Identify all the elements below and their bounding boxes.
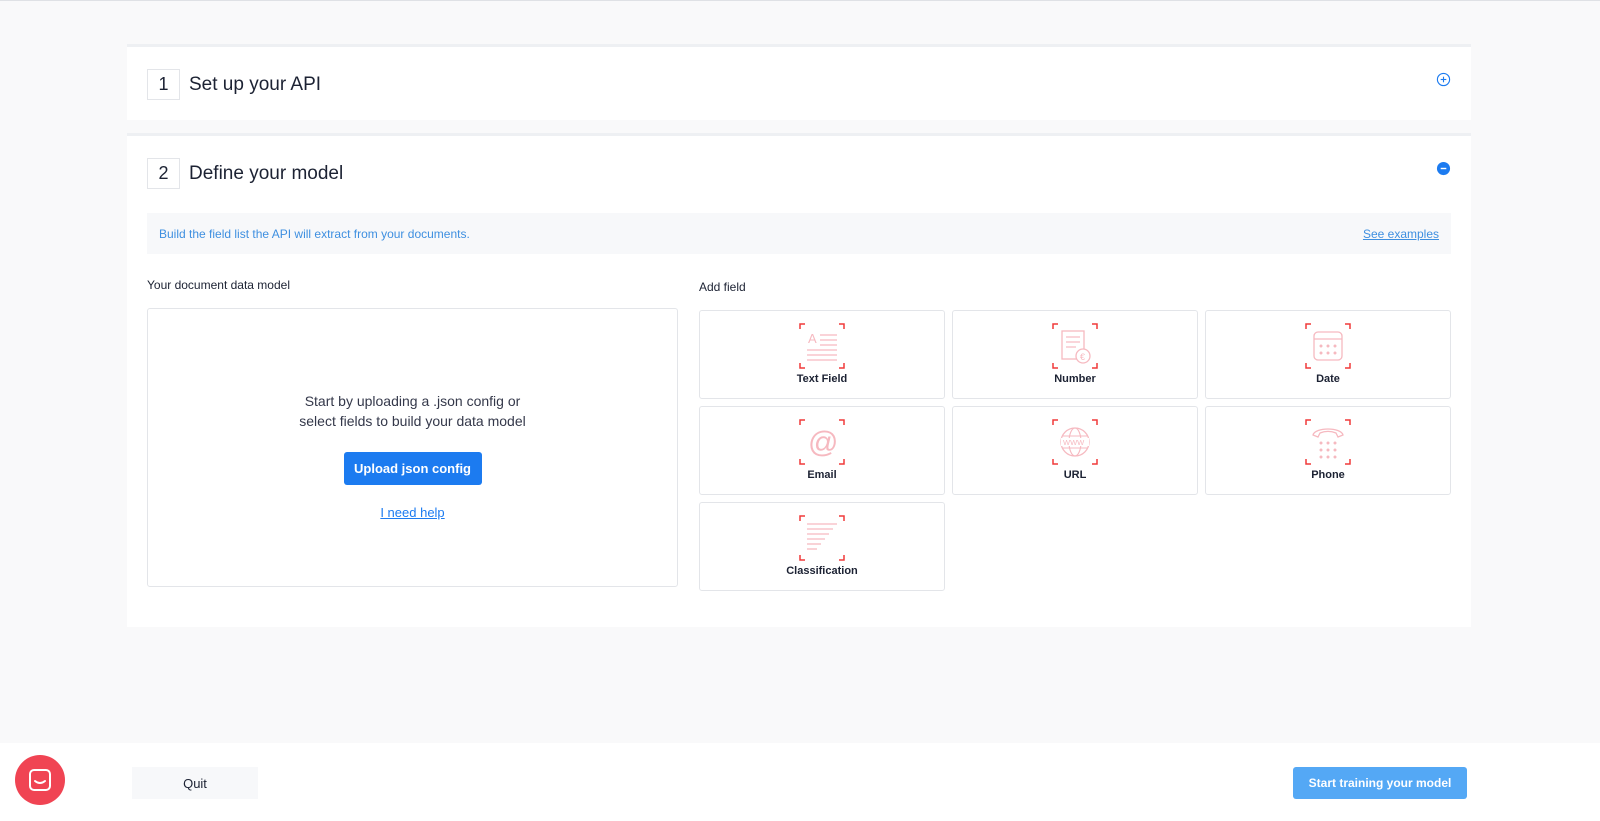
info-banner: Build the field list the API will extrac… bbox=[147, 213, 1451, 254]
empty-state-text: Start by uploading a .json config or sel… bbox=[273, 391, 553, 431]
empty-state-line: Start by uploading a .json config or bbox=[304, 393, 521, 409]
list-lines-icon bbox=[799, 515, 845, 561]
section-header[interactable]: 2 Define your model bbox=[147, 158, 343, 189]
banner-text: Build the field list the API will extrac… bbox=[159, 226, 470, 241]
svg-text:@: @ bbox=[808, 426, 838, 459]
field-label: URL bbox=[1063, 469, 1087, 481]
svg-text:A: A bbox=[808, 331, 817, 346]
field-card-text[interactable]: A Text Field bbox=[699, 310, 945, 399]
field-label: Number bbox=[1054, 373, 1096, 385]
section-define-model: 2 Define your model Build the field list… bbox=[127, 133, 1471, 627]
plus-circle-icon[interactable] bbox=[1436, 72, 1451, 87]
section-title: Define your model bbox=[189, 162, 344, 184]
data-model-label: Your document data model bbox=[147, 278, 290, 292]
field-card-url[interactable]: WWW URL bbox=[952, 406, 1198, 495]
field-label: Phone bbox=[1311, 469, 1345, 481]
step-number: 2 bbox=[147, 158, 180, 189]
upload-json-button[interactable]: Upload json config bbox=[343, 452, 482, 485]
section-header[interactable]: 1 Set up your API bbox=[147, 69, 321, 100]
empty-state-line: select fields to build your data model bbox=[299, 413, 526, 429]
chat-launcher[interactable] bbox=[15, 755, 65, 805]
footer-bar: Quit Start training your model bbox=[0, 743, 1600, 821]
field-label: Classification bbox=[786, 565, 858, 577]
field-card-classification[interactable]: Classification bbox=[699, 502, 945, 591]
field-type-grid: A Text Field € Number Date @ Email WWW U… bbox=[699, 310, 1451, 591]
field-card-phone[interactable]: Phone bbox=[1205, 406, 1451, 495]
at-sign-icon: @ bbox=[799, 419, 845, 465]
svg-text:WWW: WWW bbox=[1063, 438, 1085, 447]
globe-www-icon: WWW bbox=[1052, 419, 1098, 465]
see-examples-link[interactable]: See examples bbox=[1363, 227, 1439, 241]
section-setup-api: 1 Set up your API bbox=[127, 44, 1471, 120]
number-icon: € bbox=[1052, 323, 1098, 369]
field-label: Date bbox=[1316, 373, 1340, 385]
field-card-email[interactable]: @ Email bbox=[699, 406, 945, 495]
field-label: Email bbox=[807, 469, 837, 481]
phone-icon bbox=[1305, 419, 1351, 465]
minus-circle-icon[interactable] bbox=[1436, 161, 1451, 176]
step-number: 1 bbox=[147, 69, 180, 100]
start-training-button[interactable]: Start training your model bbox=[1293, 767, 1467, 799]
field-card-date[interactable]: Date bbox=[1205, 310, 1451, 399]
chat-icon bbox=[29, 769, 51, 791]
svg-text:€: € bbox=[1080, 352, 1085, 362]
calendar-icon bbox=[1305, 323, 1351, 369]
quit-button[interactable]: Quit bbox=[132, 767, 258, 799]
field-label: Text Field bbox=[796, 373, 848, 385]
text-field-icon: A bbox=[799, 323, 845, 369]
field-card-number[interactable]: € Number bbox=[952, 310, 1198, 399]
section-title: Set up your API bbox=[189, 73, 322, 95]
add-field-label: Add field bbox=[699, 280, 746, 294]
data-model-panel: Start by uploading a .json config or sel… bbox=[147, 308, 678, 587]
help-link[interactable]: I need help bbox=[380, 505, 444, 520]
